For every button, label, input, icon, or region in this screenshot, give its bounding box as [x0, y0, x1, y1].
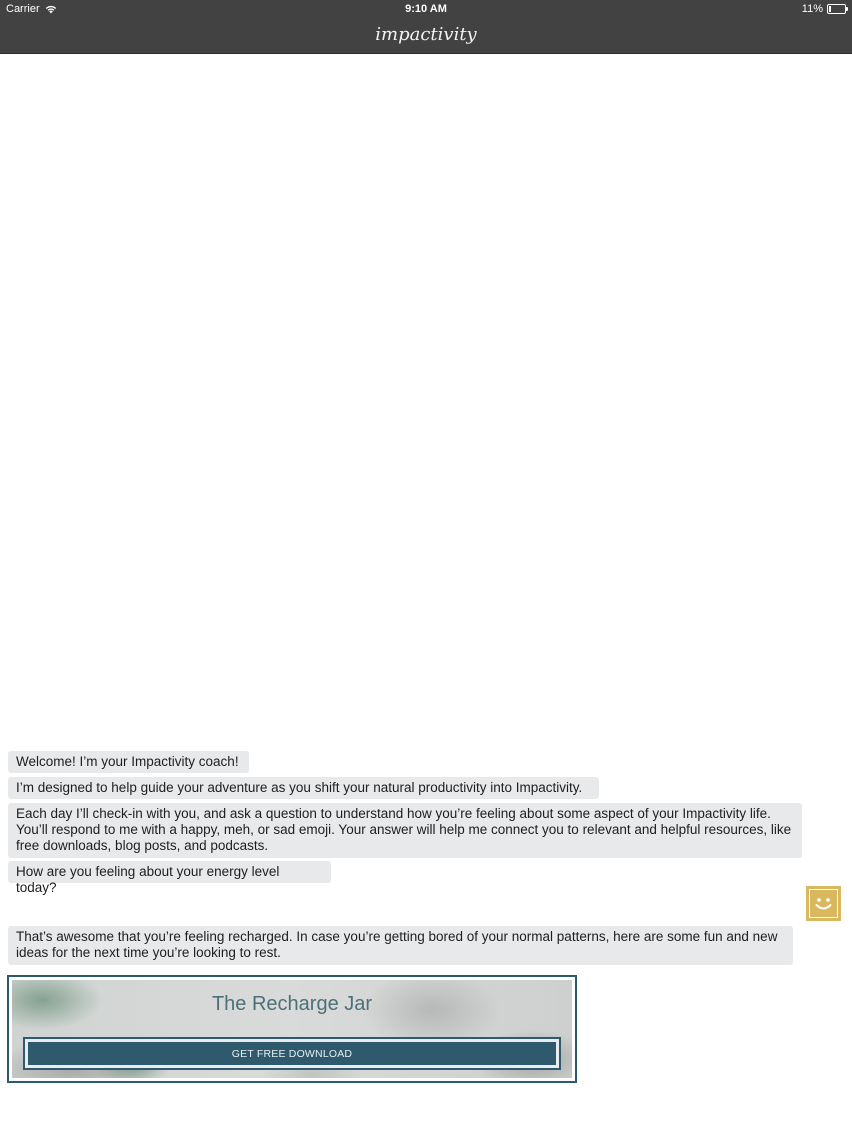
- coach-message: Each day I’ll check-in with you, and ask…: [8, 803, 802, 858]
- resource-card-title: The Recharge Jar: [211, 993, 373, 1015]
- coach-message: That’s awesome that you’re feeling recha…: [8, 926, 793, 965]
- happy-face-icon: [815, 898, 832, 910]
- happy-emoji-reply-button[interactable]: [806, 886, 841, 921]
- get-free-download-label: GET FREE DOWNLOAD: [28, 1042, 556, 1065]
- coach-message: How are you feeling about your energy le…: [8, 861, 331, 895]
- nav-bar: impactivity: [0, 18, 852, 54]
- battery-icon: [827, 4, 848, 14]
- clock: 9:10 AM: [405, 3, 447, 15]
- status-bar: Carrier 9:10 AM 11%: [0, 0, 852, 18]
- coach-message: Welcome! I’m your Impactivity coach!: [8, 751, 249, 773]
- coach-message: I’m designed to help guide your adventur…: [8, 777, 599, 799]
- resource-card[interactable]: The Recharge Jar GET FREE DOWNLOAD: [7, 975, 577, 1083]
- battery-percent: 11%: [801, 3, 823, 15]
- app-title: impactivity: [375, 24, 477, 45]
- battery-indicator: 11%: [801, 3, 848, 15]
- get-free-download-button[interactable]: GET FREE DOWNLOAD: [23, 1037, 561, 1070]
- resource-card-image: The Recharge Jar GET FREE DOWNLOAD: [12, 980, 572, 1078]
- battery-fill: [829, 6, 831, 12]
